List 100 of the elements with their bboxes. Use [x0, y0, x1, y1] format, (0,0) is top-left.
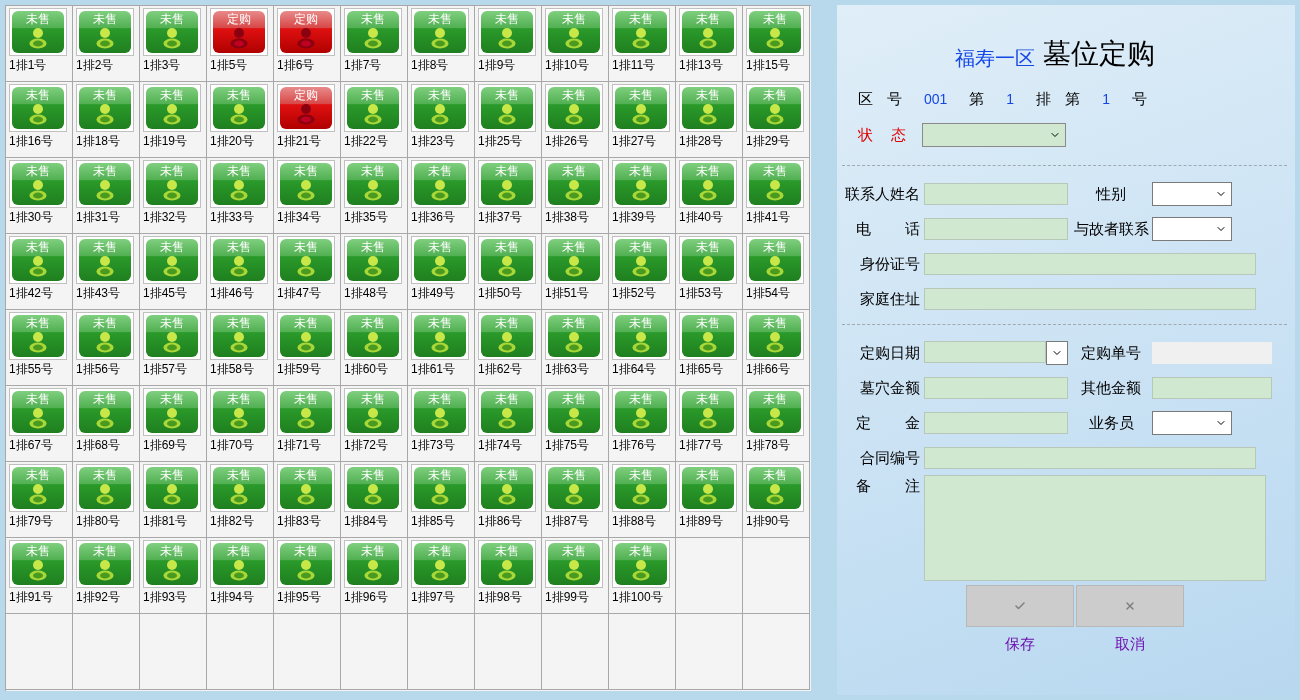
grave-tile[interactable]: 未售	[12, 163, 64, 205]
status-dropdown[interactable]	[922, 123, 1066, 147]
grave-tile[interactable]: 未售	[682, 87, 734, 129]
text-field[interactable]	[924, 411, 1068, 434]
grave-tile[interactable]: 未售	[682, 467, 734, 509]
grave-tile[interactable]: 未售	[749, 87, 801, 129]
grave-tile[interactable]: 未售	[347, 315, 399, 357]
grave-tile[interactable]: 未售	[79, 239, 131, 281]
save-button[interactable]	[965, 585, 1074, 627]
grave-tile[interactable]: 未售	[347, 391, 399, 433]
grave-tile[interactable]: 定购	[213, 11, 265, 53]
grave-tile[interactable]: 未售	[481, 87, 533, 129]
grave-tile[interactable]: 未售	[280, 315, 332, 357]
grave-tile[interactable]: 未售	[615, 315, 667, 357]
grave-tile[interactable]: 未售	[12, 87, 64, 129]
grave-tile[interactable]: 未售	[347, 543, 399, 585]
grave-tile[interactable]: 未售	[615, 543, 667, 585]
grave-tile[interactable]: 未售	[213, 239, 265, 281]
grave-tile[interactable]: 未售	[615, 11, 667, 53]
grave-tile[interactable]: 未售	[347, 239, 399, 281]
grave-tile[interactable]: 未售	[414, 467, 466, 509]
grave-tile[interactable]: 未售	[146, 87, 198, 129]
grave-tile[interactable]: 未售	[213, 163, 265, 205]
grave-tile[interactable]: 未售	[213, 391, 265, 433]
grave-tile[interactable]: 未售	[481, 239, 533, 281]
readonly-field[interactable]	[1152, 341, 1272, 364]
grave-tile[interactable]: 未售	[682, 315, 734, 357]
grave-tile[interactable]: 未售	[615, 87, 667, 129]
text-field[interactable]	[924, 252, 1256, 275]
dropdown-field[interactable]	[1152, 410, 1232, 435]
grave-tile[interactable]: 未售	[548, 239, 600, 281]
grave-tile[interactable]: 未售	[12, 239, 64, 281]
grave-tile[interactable]: 未售	[749, 163, 801, 205]
text-field[interactable]	[1152, 376, 1272, 399]
grave-tile[interactable]: 未售	[682, 239, 734, 281]
grave-tile[interactable]: 未售	[12, 467, 64, 509]
grave-tile[interactable]: 未售	[548, 391, 600, 433]
grave-tile[interactable]: 未售	[615, 163, 667, 205]
grave-tile[interactable]: 未售	[682, 11, 734, 53]
grave-tile[interactable]: 未售	[79, 467, 131, 509]
grave-tile[interactable]: 未售	[213, 315, 265, 357]
grave-tile[interactable]: 未售	[146, 163, 198, 205]
grave-tile[interactable]: 未售	[280, 543, 332, 585]
grave-tile[interactable]: 未售	[481, 163, 533, 205]
grave-tile[interactable]: 未售	[481, 543, 533, 585]
grave-tile[interactable]: 未售	[615, 239, 667, 281]
grave-tile[interactable]: 未售	[12, 315, 64, 357]
grave-tile[interactable]: 未售	[414, 11, 466, 53]
cancel-button[interactable]	[1075, 585, 1184, 627]
grave-tile[interactable]: 未售	[213, 543, 265, 585]
grave-tile[interactable]: 未售	[280, 239, 332, 281]
grave-tile[interactable]: 未售	[280, 467, 332, 509]
grave-tile[interactable]: 未售	[414, 391, 466, 433]
grave-tile[interactable]: 未售	[682, 391, 734, 433]
grave-tile[interactable]: 未售	[79, 391, 131, 433]
grave-tile[interactable]: 未售	[12, 543, 64, 585]
grave-tile[interactable]: 未售	[749, 467, 801, 509]
notes-field[interactable]	[924, 475, 1266, 581]
grave-tile[interactable]: 未售	[749, 315, 801, 357]
text-field[interactable]	[924, 376, 1068, 399]
grave-tile[interactable]: 未售	[414, 315, 466, 357]
grave-tile[interactable]: 未售	[146, 315, 198, 357]
grave-tile[interactable]: 未售	[146, 391, 198, 433]
grave-tile[interactable]: 未售	[280, 391, 332, 433]
grave-tile[interactable]: 未售	[347, 467, 399, 509]
dropdown-field[interactable]	[1152, 181, 1232, 206]
grave-tile[interactable]: 未售	[213, 87, 265, 129]
grave-tile[interactable]: 未售	[79, 543, 131, 585]
grave-tile[interactable]: 未售	[548, 467, 600, 509]
grave-tile[interactable]: 未售	[414, 87, 466, 129]
grave-tile[interactable]: 未售	[414, 163, 466, 205]
grave-tile[interactable]: 未售	[414, 543, 466, 585]
grave-tile[interactable]: 未售	[548, 543, 600, 585]
grave-tile[interactable]: 未售	[213, 467, 265, 509]
grave-tile[interactable]: 未售	[347, 87, 399, 129]
grave-tile[interactable]: 未售	[548, 11, 600, 53]
grave-tile[interactable]: 未售	[347, 163, 399, 205]
text-field[interactable]	[924, 217, 1068, 240]
grave-tile[interactable]: 未售	[79, 11, 131, 53]
text-field[interactable]	[924, 446, 1256, 469]
grave-tile[interactable]: 未售	[481, 391, 533, 433]
grave-tile[interactable]: 未售	[12, 11, 64, 53]
text-field[interactable]	[924, 287, 1256, 310]
grave-tile[interactable]: 未售	[481, 11, 533, 53]
grave-tile[interactable]: 未售	[146, 467, 198, 509]
grave-tile[interactable]: 未售	[79, 315, 131, 357]
grave-tile[interactable]: 未售	[12, 391, 64, 433]
grave-tile[interactable]: 未售	[347, 11, 399, 53]
grave-tile[interactable]: 未售	[414, 239, 466, 281]
grave-tile[interactable]: 未售	[280, 163, 332, 205]
date-field[interactable]	[924, 340, 1068, 365]
grave-tile[interactable]: 未售	[615, 467, 667, 509]
dropdown-field[interactable]	[1152, 216, 1232, 241]
grave-tile[interactable]: 未售	[749, 239, 801, 281]
grave-tile[interactable]: 未售	[146, 543, 198, 585]
grave-tile[interactable]: 未售	[481, 467, 533, 509]
grave-tile[interactable]: 未售	[146, 11, 198, 53]
grave-tile[interactable]: 未售	[79, 87, 131, 129]
grave-tile[interactable]: 未售	[749, 11, 801, 53]
grave-tile[interactable]: 未售	[548, 87, 600, 129]
